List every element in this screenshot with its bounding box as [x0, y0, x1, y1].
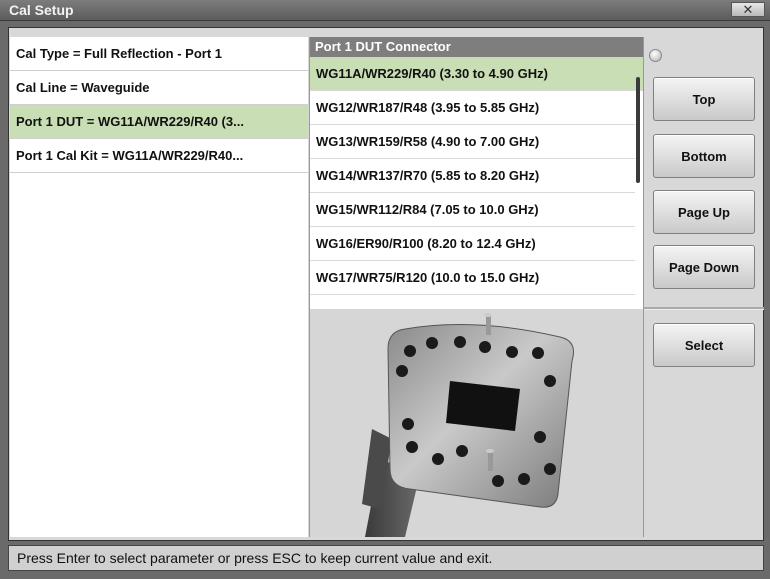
list-item[interactable]: WG16/ER90/R100 (8.20 to 12.4 GHz) [310, 227, 635, 261]
page-up-button[interactable]: Page Up [653, 190, 755, 234]
list-item[interactable]: WG15/WR112/R84 (7.05 to 10.0 GHz) [310, 193, 635, 227]
list-item[interactable]: WG11A/WR229/R40 (3.30 to 4.90 GHz) [310, 57, 643, 91]
list-scrollbar[interactable] [636, 77, 640, 183]
parameter-list: Cal Type = Full Reflection - Port 1 Cal … [10, 37, 308, 537]
param-cal-type[interactable]: Cal Type = Full Reflection - Port 1 [10, 37, 308, 71]
button-divider [644, 307, 764, 310]
list-item[interactable]: WG13/WR159/R58 (4.90 to 7.00 GHz) [310, 125, 635, 159]
close-button[interactable]: ✕ [731, 2, 765, 17]
param-cal-line[interactable]: Cal Line = Waveguide [10, 71, 308, 105]
connector-panel: Port 1 DUT Connector WG11A/WR229/R40 (3.… [309, 37, 644, 537]
list-header: Port 1 DUT Connector [310, 37, 643, 57]
param-port1-cal-kit[interactable]: Port 1 Cal Kit = WG11A/WR229/R40... [10, 139, 308, 173]
connector-image [310, 309, 644, 537]
connector-list: WG11A/WR229/R40 (3.30 to 4.90 GHz) WG12/… [310, 57, 643, 309]
param-port1-dut[interactable]: Port 1 DUT = WG11A/WR229/R40 (3... [10, 105, 308, 139]
indicator-icon [649, 49, 662, 62]
list-item[interactable]: WG12/WR187/R48 (3.95 to 5.85 GHz) [310, 91, 635, 125]
top-button[interactable]: Top [653, 77, 755, 121]
waveguide-flange-image [362, 313, 574, 537]
button-panel: Top Bottom Page Up Page Down Select [643, 37, 764, 537]
status-bar: Press Enter to select parameter or press… [8, 545, 764, 571]
select-button[interactable]: Select [653, 323, 755, 367]
title-bar: Cal Setup ✕ [0, 0, 770, 21]
list-item[interactable]: WG17/WR75/R120 (10.0 to 15.0 GHz) [310, 261, 635, 295]
page-down-button[interactable]: Page Down [653, 245, 755, 289]
window-title: Cal Setup [9, 2, 74, 18]
cal-setup-window: Cal Setup ✕ Cal Type = Full Reflection -… [0, 0, 770, 579]
bottom-button[interactable]: Bottom [653, 134, 755, 178]
list-item[interactable]: WG14/WR137/R70 (5.85 to 8.20 GHz) [310, 159, 635, 193]
